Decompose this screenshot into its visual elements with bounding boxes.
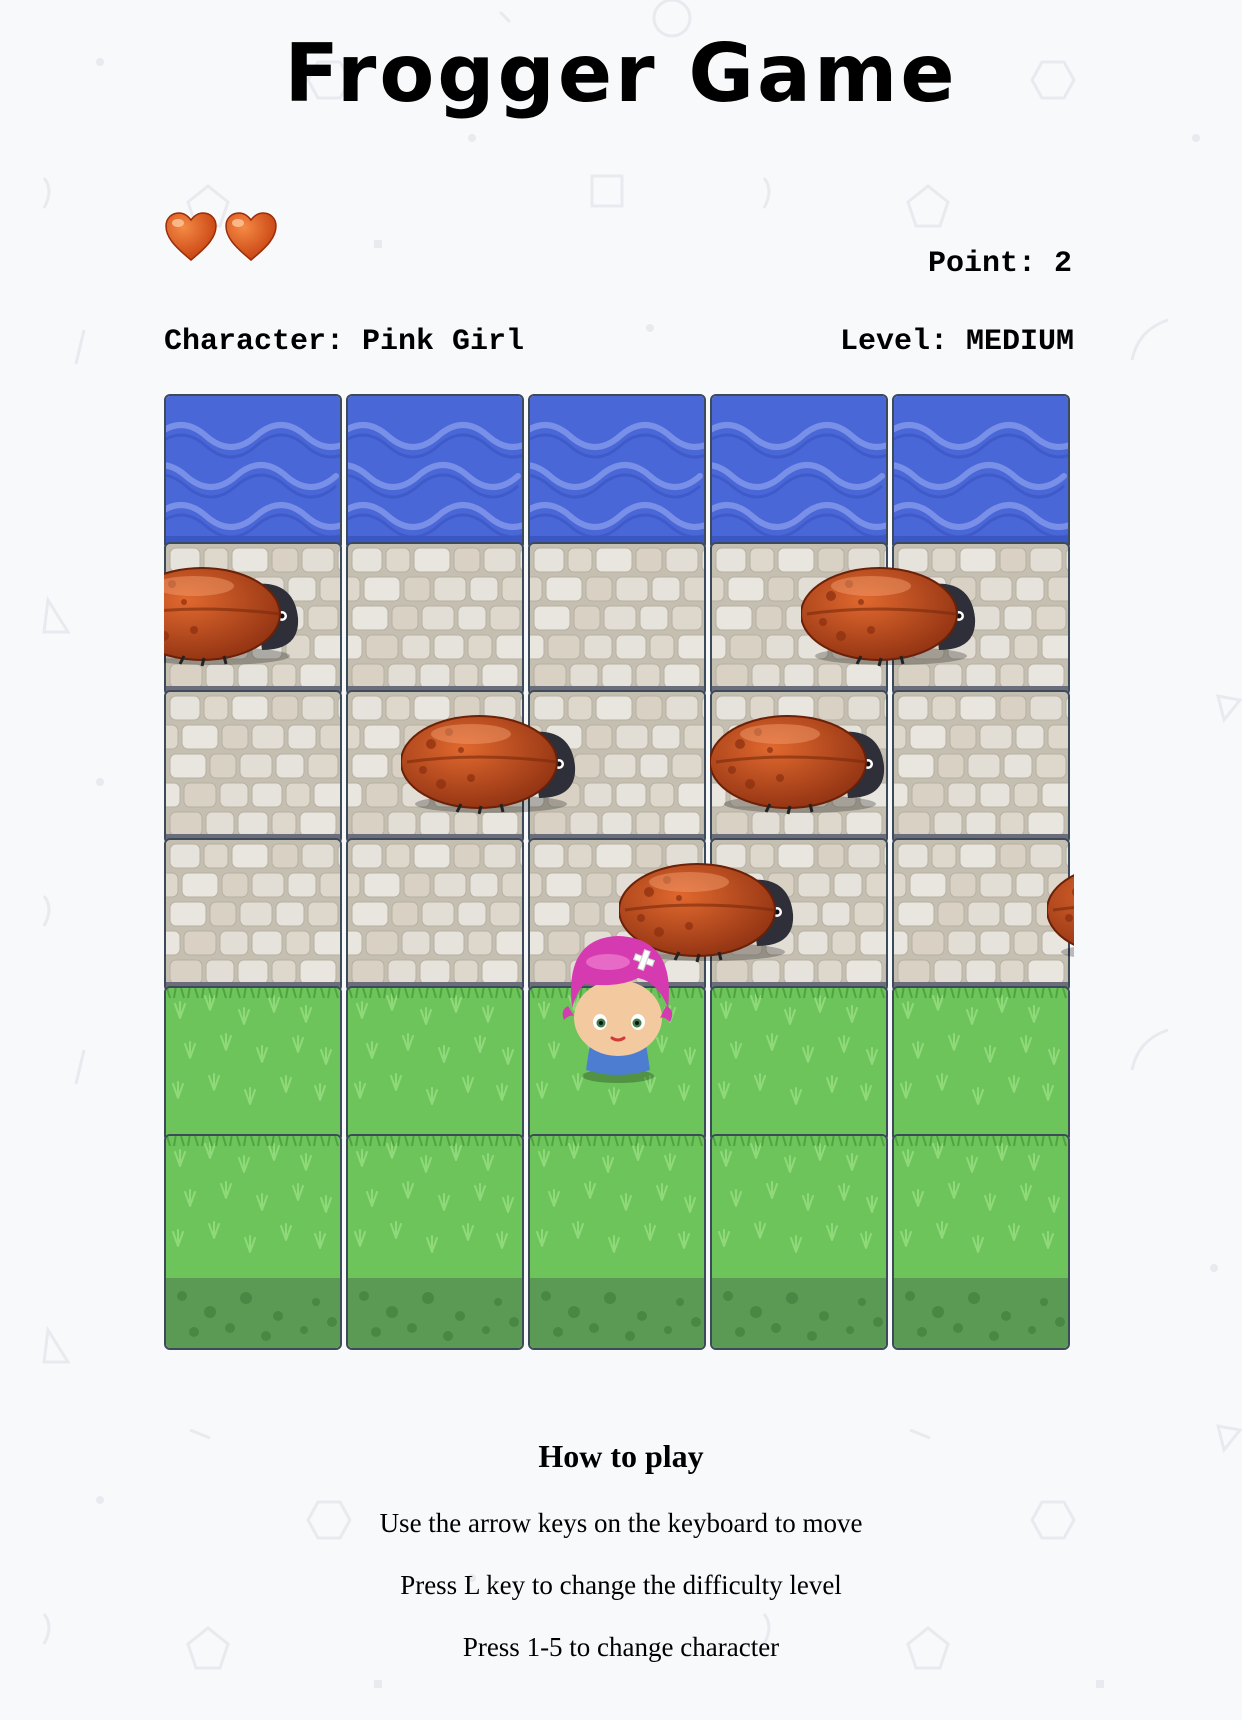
bug-enemy-icon [164, 552, 304, 674]
game-board[interactable] [164, 394, 1074, 1358]
stone-tile [164, 690, 342, 844]
bug-enemy-icon [800, 552, 981, 674]
instruction-line: Use the arrow keys on the keyboard to mo… [379, 1508, 863, 1538]
game-title: Frogger Game [284, 27, 958, 120]
stone-tile [346, 838, 524, 992]
instruction-line: Press L key to change the difficulty lev… [400, 1570, 842, 1600]
stone-tile [892, 838, 1070, 992]
level-display: Level: MEDIUM [839, 325, 1074, 359]
character-display: Character: Pink Girl [164, 325, 525, 359]
grass-tile [710, 986, 888, 1142]
grass-tile [528, 1134, 706, 1350]
instruction-line: Press 1-5 to change character [462, 1632, 780, 1662]
water-tile [528, 394, 706, 550]
heart-icon [165, 212, 217, 261]
stone-tile [164, 838, 342, 992]
grass-tile [346, 986, 524, 1142]
water-tile [710, 394, 888, 550]
instructions-heading: How to play [538, 1438, 704, 1474]
score-display: Point: 2 [927, 247, 1072, 281]
water-tile [892, 394, 1070, 550]
bug-enemy-icon [1046, 848, 1074, 970]
grass-tile [892, 986, 1070, 1142]
grass-tile [164, 986, 342, 1142]
grass-tile [710, 1134, 888, 1350]
heart-icon [225, 212, 277, 261]
grass-tile [346, 1134, 524, 1350]
water-tile [164, 394, 342, 550]
bug-enemy-icon [709, 700, 890, 822]
bug-enemy-icon [400, 700, 581, 822]
grass-tile [164, 1134, 342, 1350]
grass-tile [892, 1134, 1070, 1350]
instructions: How to play Use the arrow keys on the ke… [0, 1432, 1242, 1678]
lives-indicator [164, 210, 278, 264]
water-tile [346, 394, 524, 550]
pink-girl-icon [548, 926, 688, 1090]
stone-tile [892, 690, 1070, 844]
stone-tile [346, 542, 524, 696]
stone-tile [528, 542, 706, 696]
